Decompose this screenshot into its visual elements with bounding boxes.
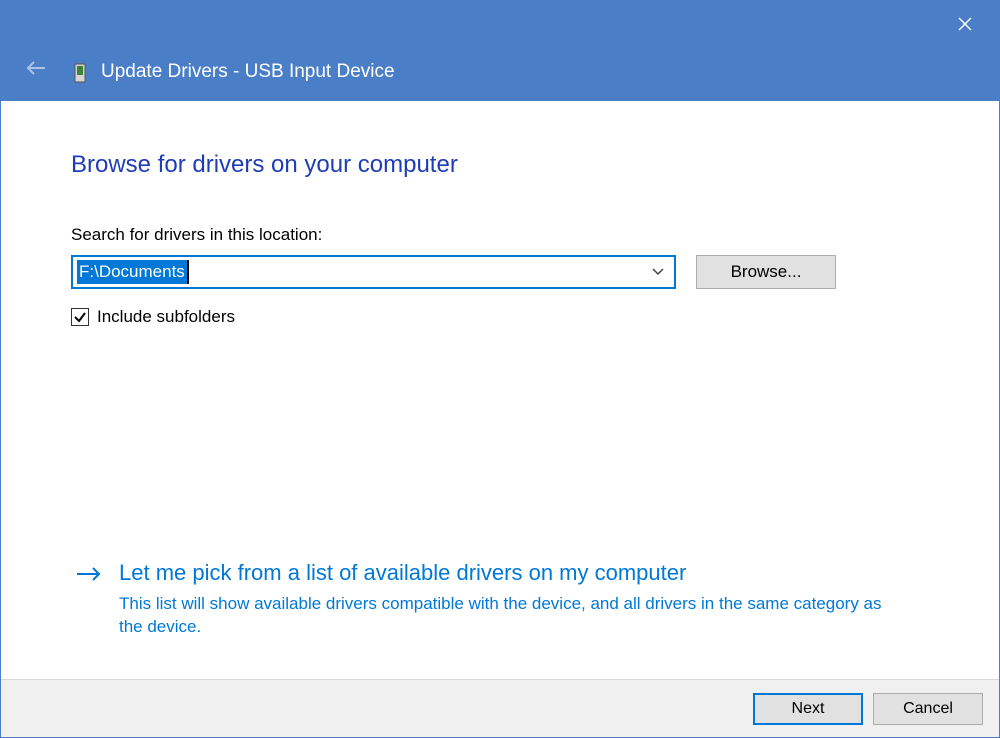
close-button[interactable] bbox=[945, 9, 985, 39]
path-value: F:\Documents bbox=[77, 260, 187, 284]
path-combobox[interactable]: F:\Documents bbox=[71, 255, 676, 289]
pick-from-list-option[interactable]: Let me pick from a list of available dri… bbox=[75, 559, 909, 639]
search-location-label: Search for drivers in this location: bbox=[71, 225, 929, 245]
update-drivers-wizard: Update Drivers - USB Input Device Browse… bbox=[0, 0, 1000, 738]
back-arrow-icon bbox=[25, 59, 47, 77]
checkbox-box bbox=[71, 308, 89, 326]
cancel-button[interactable]: Cancel bbox=[873, 693, 983, 725]
chevron-down-icon[interactable] bbox=[648, 262, 668, 282]
option-title: Let me pick from a list of available dri… bbox=[119, 559, 909, 588]
include-subfolders-checkbox[interactable]: Include subfolders bbox=[71, 307, 929, 327]
option-text-block: Let me pick from a list of available dri… bbox=[119, 559, 909, 639]
next-button[interactable]: Next bbox=[753, 693, 863, 725]
arrow-right-icon bbox=[75, 559, 105, 639]
titlebar: Update Drivers - USB Input Device bbox=[1, 1, 999, 101]
include-subfolders-label: Include subfolders bbox=[97, 307, 235, 327]
path-row: F:\Documents Browse... bbox=[71, 255, 929, 289]
back-button[interactable] bbox=[21, 53, 51, 83]
device-icon bbox=[71, 63, 89, 83]
window-title: Update Drivers - USB Input Device bbox=[101, 61, 395, 83]
page-heading: Browse for drivers on your computer bbox=[71, 151, 929, 179]
browse-button[interactable]: Browse... bbox=[696, 255, 836, 289]
checkmark-icon bbox=[73, 310, 87, 324]
wizard-footer: Next Cancel bbox=[1, 679, 999, 737]
wizard-content: Browse for drivers on your computer Sear… bbox=[1, 101, 999, 679]
option-description: This list will show available drivers co… bbox=[119, 592, 909, 640]
close-icon bbox=[957, 16, 973, 32]
